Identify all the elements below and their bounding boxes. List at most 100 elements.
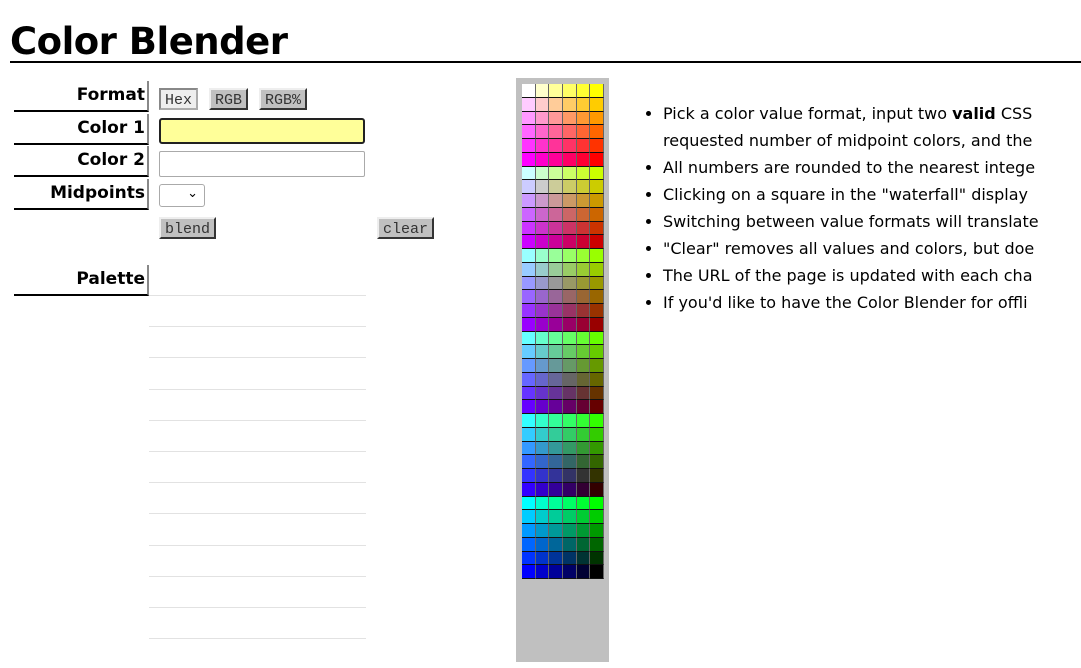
waterfall-swatch[interactable] [590,304,605,318]
waterfall-swatch[interactable] [535,180,550,194]
waterfall-swatch[interactable] [563,482,577,497]
waterfall-swatch[interactable] [549,565,564,579]
waterfall-swatch[interactable] [590,386,605,401]
waterfall-swatch[interactable] [563,180,577,194]
waterfall-swatch[interactable] [535,359,550,373]
midpoints-select[interactable]: ⌄ [159,184,205,207]
waterfall-swatch[interactable] [576,97,591,112]
waterfall-swatch[interactable] [549,235,564,249]
waterfall-swatch[interactable] [563,537,577,552]
waterfall-swatch[interactable] [590,111,605,126]
blend-button[interactable]: blend [159,217,217,239]
waterfall-swatch[interactable] [576,207,591,222]
waterfall-swatch[interactable] [522,496,536,511]
waterfall-swatch[interactable] [563,524,577,538]
format-rgb-button[interactable]: RGB [209,88,249,110]
waterfall-swatch[interactable] [576,125,591,139]
waterfall-swatch[interactable] [522,304,536,318]
waterfall-swatch[interactable] [549,290,564,304]
waterfall-swatch[interactable] [590,372,605,387]
waterfall-swatch[interactable] [549,400,564,414]
waterfall-swatch[interactable] [576,551,591,566]
waterfall-swatch[interactable] [590,290,605,304]
waterfall-swatch[interactable] [549,496,564,511]
waterfall-swatch[interactable] [576,331,591,346]
waterfall-swatch[interactable] [535,290,550,304]
waterfall-swatch[interactable] [549,262,564,277]
waterfall-swatch[interactable] [576,482,591,497]
waterfall-swatch[interactable] [590,469,605,483]
waterfall-swatch[interactable] [549,551,564,566]
waterfall-swatch[interactable] [522,276,536,291]
waterfall-swatch[interactable] [522,111,536,126]
waterfall-swatch[interactable] [522,427,536,442]
waterfall-swatch[interactable] [522,537,536,552]
waterfall-swatch[interactable] [576,304,591,318]
waterfall-swatch[interactable] [522,180,536,194]
waterfall-swatch[interactable] [563,565,577,579]
waterfall-swatch[interactable] [576,249,591,263]
waterfall-swatch[interactable] [576,496,591,511]
waterfall-swatch[interactable] [549,359,564,373]
waterfall-swatch[interactable] [522,207,536,222]
waterfall-swatch[interactable] [590,235,605,249]
waterfall-swatch[interactable] [576,139,591,153]
waterfall-swatch[interactable] [590,565,605,579]
waterfall-swatch[interactable] [576,152,591,167]
waterfall-swatch[interactable] [535,304,550,318]
waterfall-swatch[interactable] [590,262,605,277]
waterfall-swatch[interactable] [576,317,591,332]
waterfall-swatch[interactable] [563,262,577,277]
waterfall-swatch[interactable] [522,345,536,359]
waterfall-swatch[interactable] [522,386,536,401]
waterfall-swatch[interactable] [590,496,605,511]
waterfall-swatch[interactable] [535,276,550,291]
waterfall-swatch[interactable] [549,152,564,167]
waterfall-swatch[interactable] [563,414,577,428]
waterfall-swatch[interactable] [563,166,577,181]
waterfall-swatch[interactable] [590,125,605,139]
waterfall-swatch[interactable] [522,194,536,208]
waterfall-swatch[interactable] [590,249,605,263]
waterfall-swatch[interactable] [549,139,564,153]
waterfall-swatch[interactable] [590,276,605,291]
waterfall-swatch[interactable] [576,84,591,98]
waterfall-swatch[interactable] [590,180,605,194]
waterfall-swatch[interactable] [535,551,550,566]
waterfall-swatch[interactable] [576,414,591,428]
waterfall-swatch[interactable] [590,441,605,456]
waterfall-swatch[interactable] [590,551,605,566]
waterfall-swatch[interactable] [535,249,550,263]
waterfall-swatch[interactable] [563,496,577,511]
waterfall-swatch[interactable] [576,359,591,373]
waterfall-swatch[interactable] [522,482,536,497]
waterfall-swatch[interactable] [549,510,564,524]
waterfall-swatch[interactable] [549,304,564,318]
waterfall-swatch[interactable] [522,221,536,236]
waterfall-swatch[interactable] [522,524,536,538]
waterfall-swatch[interactable] [549,414,564,428]
waterfall-swatch[interactable] [590,524,605,538]
waterfall-swatch[interactable] [576,372,591,387]
waterfall-swatch[interactable] [549,207,564,222]
waterfall-swatch[interactable] [535,262,550,277]
waterfall-swatch[interactable] [590,359,605,373]
waterfall-swatch[interactable] [590,427,605,442]
waterfall-swatch[interactable] [522,400,536,414]
waterfall-swatch[interactable] [549,84,564,98]
waterfall-swatch[interactable] [576,194,591,208]
waterfall-swatch[interactable] [522,551,536,566]
waterfall-swatch[interactable] [590,194,605,208]
waterfall-swatch[interactable] [590,345,605,359]
waterfall-swatch[interactable] [590,317,605,332]
waterfall-swatch[interactable] [563,249,577,263]
waterfall-swatch[interactable] [535,345,550,359]
waterfall-swatch[interactable] [563,221,577,236]
waterfall-swatch[interactable] [563,111,577,126]
waterfall-swatch[interactable] [535,207,550,222]
waterfall-swatch[interactable] [576,262,591,277]
waterfall-swatch[interactable] [535,455,550,469]
waterfall-swatch[interactable] [535,414,550,428]
waterfall-swatch[interactable] [535,372,550,387]
clear-button[interactable]: clear [377,217,435,239]
